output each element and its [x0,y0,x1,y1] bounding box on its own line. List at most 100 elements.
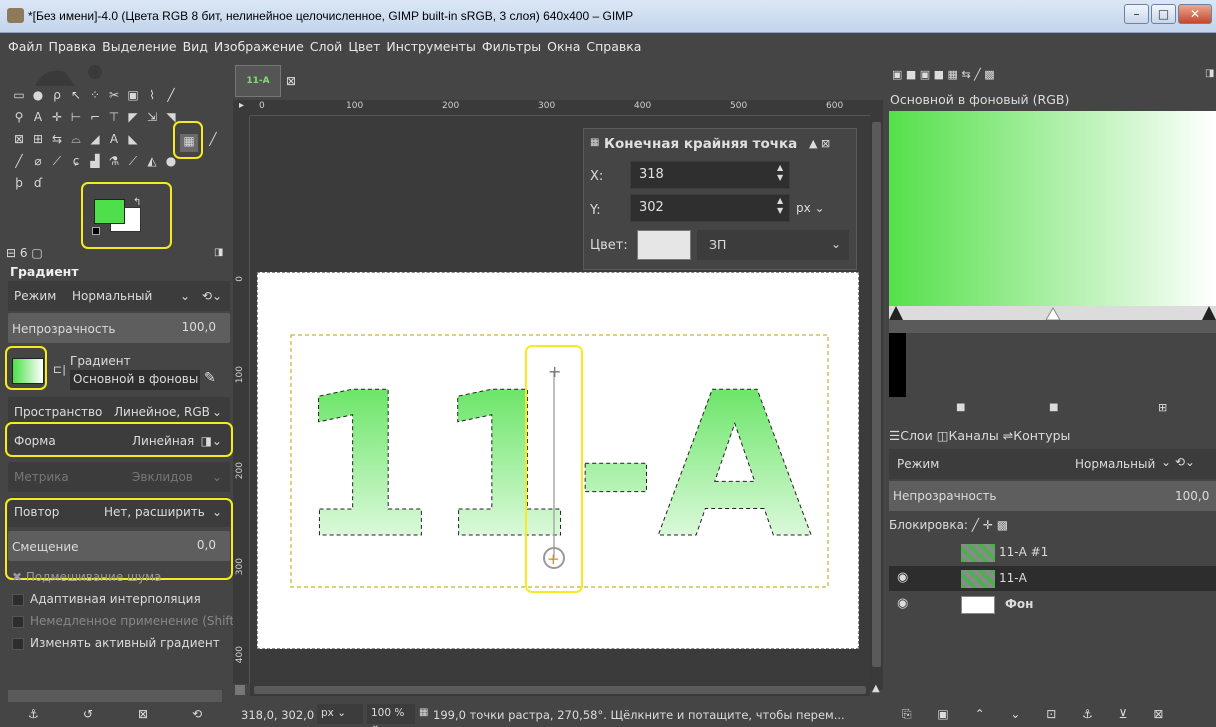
menu-image[interactable]: Изображение [211,33,307,60]
ink-tool-icon[interactable]: ɕ [69,154,83,168]
layer-row[interactable]: 11-А #1 [889,540,1216,565]
eye-icon[interactable]: ◉ [897,596,908,611]
opacity-spinner[interactable]: Непрозрачность 100,0 [8,313,230,343]
color-type-select[interactable]: ЗП ⌄ [697,230,849,260]
delete-options-icon[interactable]: ⊠ [138,707,148,721]
x-input[interactable]: 318 [630,161,790,189]
gradient-preview[interactable] [889,111,1216,306]
tab-paths[interactable]: ⇌Контуры [1003,428,1071,443]
text-a-tool-icon[interactable]: A [107,132,121,146]
zoom-all-icon[interactable]: ⊞ [1158,401,1167,414]
smudge-tool-icon[interactable]: ⟋ [126,154,140,168]
mypaint-brush-tool-icon[interactable]: ϸ [12,176,26,190]
heal-tool-icon[interactable]: ⚗ [107,154,121,168]
adaptive-checkbox[interactable] [12,594,24,606]
stop-left-icon[interactable]: ■ [956,402,965,413]
move-tool-icon[interactable]: ✛ [50,110,64,124]
warp-tool-icon[interactable]: ◤ [126,110,140,124]
reverse-gradient-icon[interactable]: ⊏| [53,363,66,376]
measure-tool-icon[interactable]: A [31,110,45,124]
gradient-scroll[interactable] [889,320,1216,333]
image-tab[interactable]: 11-А [235,65,281,97]
paint-bucket-tool-icon[interactable]: ◣ [126,132,140,146]
unified-transform-tool-icon[interactable]: ⊤ [107,110,121,124]
modify-gradient-checkbox[interactable] [12,638,24,650]
reset-options-icon[interactable]: ⟲ [192,707,202,721]
zoom-select[interactable]: 100 % ⌄ [367,704,415,727]
blur-tool-icon[interactable]: ◭ [145,154,159,168]
gradient-stop-bar[interactable] [889,306,1216,321]
mode-select[interactable]: Режим Нормальный ⌄ ⟲⌄ [8,281,230,311]
vertical-scrollbar[interactable] [870,100,883,690]
handle-transform-tool-icon[interactable]: ⊞ [31,132,45,146]
fuzzy-select-tool-icon[interactable]: ↖ [69,88,83,102]
dock-menu-icon[interactable]: ◨ [1205,68,1214,79]
menu-filters[interactable]: Фильтры [479,33,544,60]
select-by-color-tool-icon[interactable]: ⁘ [88,88,102,102]
menu-view[interactable]: Вид [180,33,211,60]
paintbrush-tool-icon[interactable]: ╱ [12,154,26,168]
free-select-tool-icon[interactable]: ρ [50,88,64,102]
horizontal-scrollbar[interactable] [250,684,870,696]
menu-edit[interactable]: Правка [46,33,100,60]
menu-layer[interactable]: Слой [307,33,346,60]
layer-row[interactable]: ◉ Фон [889,592,1216,617]
dock-tab-icons[interactable]: ▣ ■ ▣ ■ ▦ ⇆ ╱ ▩ [892,68,995,81]
perspective-clone-tool-icon[interactable]: ⌓ [69,132,83,146]
foreground-select-tool-icon[interactable]: ▣ [126,88,140,102]
maximize-button[interactable]: □ [1151,4,1176,24]
magnify-tool-icon[interactable]: ⚲ [12,110,26,124]
text-tool-icon[interactable]: ⇲ [145,110,159,124]
instant-checkbox[interactable] [12,616,24,628]
airbrush-tool-icon[interactable]: ⟋ [50,154,64,168]
lock-icons[interactable]: ╱ ✛ ▩ [972,518,1008,532]
smudge2-tool-icon[interactable]: ɗ [31,176,45,190]
navigate-icon[interactable]: ▲ [872,683,880,694]
restore-options-icon[interactable]: ↺ [83,707,93,721]
device-status-tab-icon[interactable]: ⊟ 6 ▢ [6,246,43,260]
ellipse-select-tool-icon[interactable]: ● [31,88,45,102]
save-options-icon[interactable]: ⚓ [28,707,39,721]
menu-windows[interactable]: Окна [544,33,583,60]
x-spin-icon[interactable]: ▲ ▼ [777,163,783,183]
y-spin-icon[interactable]: ▲ ▼ [777,196,783,216]
close-button[interactable]: ✕ [1178,4,1212,24]
align-tool-icon[interactable]: ⊢ [69,110,83,124]
quickmask-toggle[interactable] [235,685,245,695]
reset-mode-icon[interactable]: ⟲⌄ [202,289,222,303]
pencil-tool-icon[interactable]: ╱ [206,132,220,146]
tab-layers[interactable]: ☰Слои [889,428,933,443]
layer-row-active[interactable]: ◉ 11-А [889,566,1216,591]
edit-gradient-icon[interactable]: ✎ [204,370,216,386]
clone-tool-icon[interactable]: ▟ [88,154,102,168]
gradient-name[interactable]: Основной в фоновы [70,370,200,390]
toolbox-scrollbar[interactable] [8,690,222,702]
minimize-button[interactable]: – [1124,4,1149,24]
crop-tool-icon[interactable]: ⌐ [88,110,102,124]
layer-mode-select[interactable]: Режим Нормальный ⌄ ⟲⌄ [889,449,1216,479]
y-input[interactable]: 302 [630,194,790,222]
close-tab-icon[interactable]: ⊠ [286,74,296,88]
dither-checkbox[interactable]: ✖ Подмешивание шума [12,570,162,584]
menu-select[interactable]: Выделение [99,33,179,60]
eye-icon[interactable]: ◉ [897,570,908,585]
tool-options-menu-icon[interactable]: ◨ [214,247,223,258]
paths-tool-icon[interactable]: ⌇ [145,88,159,102]
fill-tool-icon[interactable]: ◢ [88,132,102,146]
status-unit-select[interactable]: px ⌄ [317,704,363,724]
menu-colors[interactable]: Цвет [345,33,383,60]
layer-opacity-spinner[interactable]: Непрозрачность 100,0 [889,481,1216,511]
cage-tool-icon[interactable]: ⊠ [12,132,26,146]
scissors-tool-icon[interactable]: ✂ [107,88,121,102]
rect-select-tool-icon[interactable]: ▭ [12,88,26,102]
unit-select[interactable]: px ⌄ [796,201,825,215]
collapse-icon[interactable]: ▲ ⊠ [809,137,830,150]
flip-tool-icon[interactable]: ⇆ [50,132,64,146]
menu-help[interactable]: Справка [583,33,644,60]
menu-file[interactable]: Файл [5,33,46,60]
color-picker-tool-icon[interactable]: ╱ [164,88,178,102]
layers-bottom-toolbar[interactable]: ⎘ ▣ ⌃ ⌄ ⊡ ⚓ ⊻ ⊠ [902,707,1163,722]
quickmask-corner-icon[interactable]: ▸ [233,100,250,116]
eraser-tool-icon[interactable]: ⌀ [31,154,45,168]
tab-channels[interactable]: ◫Каналы [937,428,999,443]
